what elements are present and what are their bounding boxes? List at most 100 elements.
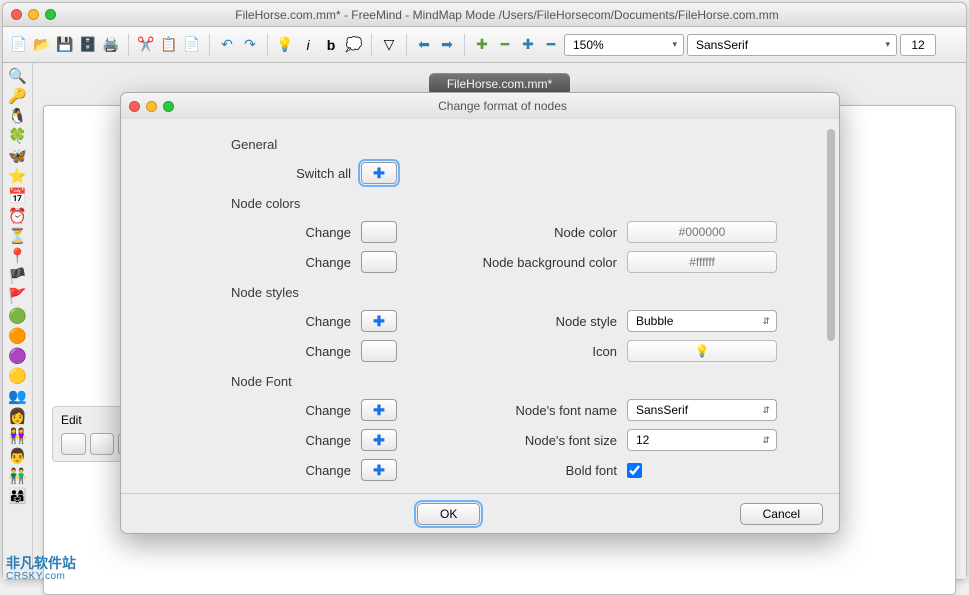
plus-icon: ✚ [373,432,385,449]
idea-icon[interactable]: 💡 [275,35,295,55]
save-icon[interactable]: 💾 [55,35,75,55]
fontsize-spin[interactable]: 12 [900,34,936,56]
calendar-icon[interactable]: 📅 [9,187,27,205]
format-dialog: Change format of nodes General Switch al… [120,92,840,534]
change-label: Change [231,433,351,448]
flag-orange-icon[interactable]: 🟠 [9,327,27,345]
males-icon[interactable]: 👬 [9,467,27,485]
separator [209,34,210,56]
flag-green-icon[interactable]: 🟢 [9,307,27,325]
change-fontname-button[interactable]: ✚ [361,399,397,421]
zoom-value: 150% [573,38,604,52]
ok-button[interactable]: OK [417,503,480,525]
font-size-combo[interactable]: 12 [627,429,777,451]
window-controls [11,9,56,20]
redo-icon[interactable]: ↷ [240,35,260,55]
node-color-label: Node color [417,225,617,240]
separator [128,34,129,56]
new-icon[interactable]: 📄 [9,35,29,55]
dialog-minimize-button[interactable] [146,101,157,112]
flag-blue-icon[interactable]: 🚩 [9,287,27,305]
node-style-combo[interactable]: Bubble [627,310,777,332]
remove-icon[interactable]: ━ [495,35,515,55]
dialog-zoom-button[interactable] [163,101,174,112]
node-style-label: Node style [417,314,617,329]
font-size-label: Node's font size [417,433,617,448]
change-bgcolor-button[interactable] [361,251,397,273]
bulb-icon: 💡 [695,344,710,358]
key-icon[interactable]: 🔑 [9,87,27,105]
watermark-en: CRSKY.com [6,571,76,582]
filter-icon[interactable]: ▽ [379,35,399,55]
flag-yellow-icon[interactable]: 🟡 [9,367,27,385]
copy-icon[interactable]: 📋 [159,35,179,55]
add-icon[interactable]: ✚ [472,35,492,55]
icon-field[interactable]: 💡 [627,340,777,362]
females-icon[interactable]: 👭 [9,427,27,445]
scrollbar[interactable] [826,129,836,483]
print-icon[interactable]: 🖨️ [101,35,121,55]
penguin-icon[interactable]: 🐧 [9,107,27,125]
back-icon[interactable]: ⬅ [414,35,434,55]
watermark-cn: 非凡软件站 [6,556,76,571]
edit-btn-2[interactable] [90,433,115,455]
switch-all-button[interactable]: ✚ [361,162,397,184]
forward-icon[interactable]: ➡ [437,35,457,55]
font-combo[interactable]: SansSerif [687,34,897,56]
change-nodecolor-button[interactable] [361,221,397,243]
flag-black-icon[interactable]: 🏴 [9,267,27,285]
separator [464,34,465,56]
change-label: Change [231,463,351,478]
hourglass-icon[interactable]: ⏳ [9,227,27,245]
fontsize-value: 12 [911,38,924,52]
cloud-icon[interactable]: 💭 [344,35,364,55]
butterfly-icon[interactable]: 🦋 [9,147,27,165]
dialog-title: Change format of nodes [174,99,831,113]
saveas-icon[interactable]: 🗄️ [78,35,98,55]
edit-btn-1[interactable] [61,433,86,455]
scroll-thumb[interactable] [827,129,835,341]
remove2-icon[interactable]: ━ [541,35,561,55]
zoom-combo[interactable]: 150% [564,34,684,56]
family-icon[interactable]: 👥 [9,387,27,405]
dialog-titlebar: Change format of nodes [121,93,839,119]
bold-checkbox[interactable] [627,463,642,478]
magnifier-icon[interactable]: 🔍 [9,67,27,85]
change-bold-button[interactable]: ✚ [361,459,397,481]
node-bg-field[interactable]: #ffffff [627,251,777,273]
change-label: Change [231,225,351,240]
cancel-button[interactable]: Cancel [740,503,823,525]
change-icon-button[interactable] [361,340,397,362]
paste-icon[interactable]: 📄 [182,35,202,55]
italic-icon[interactable]: i [298,35,318,55]
node-bg-value: #ffffff [689,255,715,269]
flower-icon[interactable]: 🍀 [9,127,27,145]
node-bg-label: Node background color [417,255,617,270]
zoom-button[interactable] [45,9,56,20]
add2-icon[interactable]: ✚ [518,35,538,55]
flag-pink-icon[interactable]: 🟣 [9,347,27,365]
close-button[interactable] [11,9,22,20]
plus-icon: ✚ [373,165,385,182]
font-name-combo[interactable]: SansSerif [627,399,777,421]
cut-icon[interactable]: ✂️ [136,35,156,55]
change-style-button[interactable]: ✚ [361,310,397,332]
clock-icon[interactable]: ⏰ [9,207,27,225]
node-color-value: #000000 [679,225,726,239]
open-icon[interactable]: 📂 [32,35,52,55]
node-color-field[interactable]: #000000 [627,221,777,243]
undo-icon[interactable]: ↶ [217,35,237,55]
female-icon[interactable]: 👩 [9,407,27,425]
dialog-close-button[interactable] [129,101,140,112]
minimize-button[interactable] [28,9,39,20]
change-fontsize-button[interactable]: ✚ [361,429,397,451]
bold-label: Bold font [417,463,617,478]
watermark: 非凡软件站 CRSKY.com [6,556,76,582]
pin-icon[interactable]: 📍 [9,247,27,265]
change-label: Change [231,314,351,329]
male-icon[interactable]: 👨 [9,447,27,465]
star-icon[interactable]: ⭐ [9,167,27,185]
font-name-label: Node's font name [417,403,617,418]
bold-icon[interactable]: b [321,35,341,55]
group-icon[interactable]: 👨‍👩‍👧 [9,487,27,505]
